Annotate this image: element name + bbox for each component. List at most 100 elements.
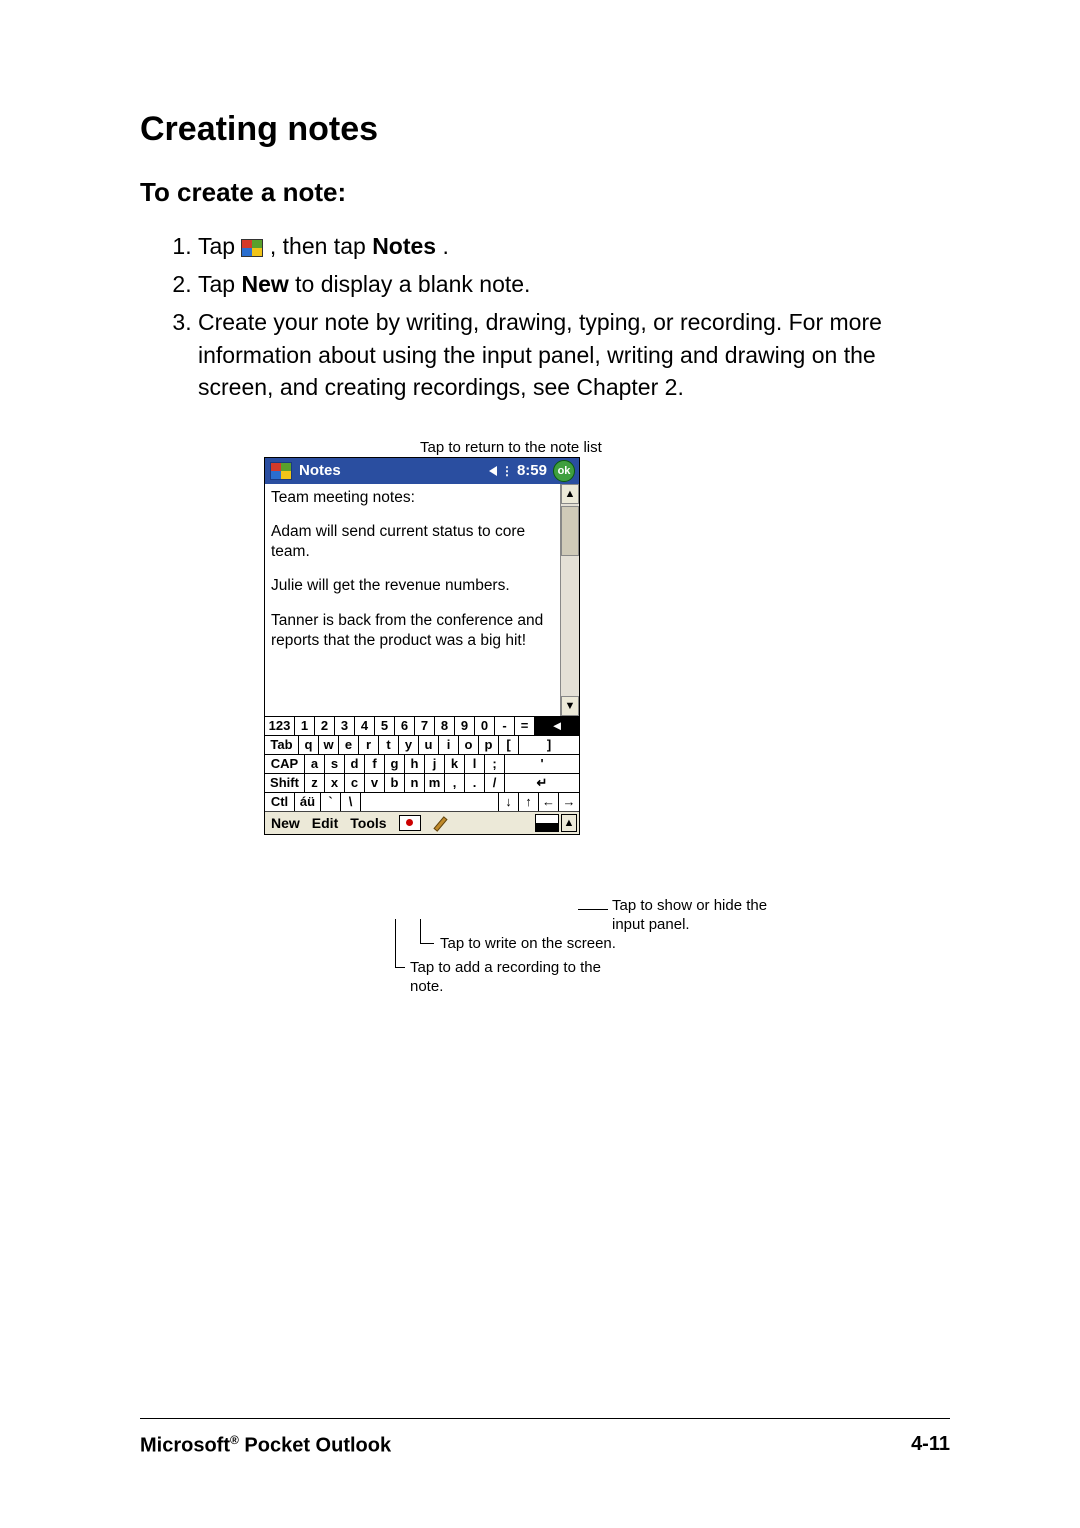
footer-product: Pocket Outlook — [239, 1435, 391, 1457]
footer-brand: Microsoft — [140, 1435, 230, 1457]
record-icon[interactable] — [399, 815, 421, 831]
speaker-icon[interactable] — [489, 466, 497, 476]
key-r[interactable]: r — [359, 736, 379, 754]
key-b[interactable]: b — [385, 774, 405, 792]
bottom-bar: New Edit Tools ▲ — [265, 811, 579, 834]
key-s[interactable]: s — [325, 755, 345, 773]
key-h[interactable]: h — [405, 755, 425, 773]
key-k[interactable]: k — [445, 755, 465, 773]
clock[interactable]: 8:59 — [517, 462, 547, 479]
key-0[interactable]: 0 — [475, 717, 495, 735]
key-5[interactable]: 5 — [375, 717, 395, 735]
key-shift[interactable]: Shift — [265, 774, 305, 792]
key-1[interactable]: 1 — [295, 717, 315, 735]
step-2-bold: New — [241, 271, 288, 297]
key-up[interactable]: ↑ — [519, 793, 539, 811]
key-w[interactable]: w — [319, 736, 339, 754]
key-backspace[interactable]: ◄ — [535, 717, 579, 735]
key-x[interactable]: x — [325, 774, 345, 792]
key-backtick[interactable]: ` — [321, 793, 341, 811]
key-semicolon[interactable]: ; — [485, 755, 505, 773]
sip-arrow-icon[interactable]: ▲ — [561, 814, 577, 832]
key-o[interactable]: o — [459, 736, 479, 754]
step-1-text-a: Tap — [198, 233, 241, 259]
key-3[interactable]: 3 — [335, 717, 355, 735]
keyboard-row-4: Shift z x c v b n m , . / ↵ — [265, 774, 579, 793]
keyboard-row-2: Tab q w e r t y u i o p [ ] — [265, 736, 579, 755]
key-intl[interactable]: áü — [295, 793, 321, 811]
key-7[interactable]: 7 — [415, 717, 435, 735]
key-backslash[interactable]: \ — [341, 793, 361, 811]
key-6[interactable]: 6 — [395, 717, 415, 735]
key-quote[interactable]: ' — [505, 755, 579, 773]
key-down[interactable]: ↓ — [499, 793, 519, 811]
key-q[interactable]: q — [299, 736, 319, 754]
key-dash[interactable]: - — [495, 717, 515, 735]
key-a[interactable]: a — [305, 755, 325, 773]
key-left[interactable]: ← — [539, 793, 559, 811]
key-enter[interactable]: ↵ — [505, 774, 579, 792]
key-p[interactable]: p — [479, 736, 499, 754]
keyboard-row-1: 123 1 2 3 4 5 6 7 8 9 0 - = ◄ — [265, 717, 579, 736]
key-123[interactable]: 123 — [265, 717, 295, 735]
key-z[interactable]: z — [305, 774, 325, 792]
keyboard-icon[interactable] — [535, 814, 559, 832]
ok-button[interactable]: ok — [553, 460, 575, 482]
key-9[interactable]: 9 — [455, 717, 475, 735]
key-j[interactable]: j — [425, 755, 445, 773]
key-2[interactable]: 2 — [315, 717, 335, 735]
callout-bottom: Tap to add a recording to the note. — [410, 959, 620, 997]
key-l[interactable]: l — [465, 755, 485, 773]
key-equals[interactable]: = — [515, 717, 535, 735]
menu-tools[interactable]: Tools — [344, 815, 392, 831]
pen-icon[interactable] — [431, 815, 447, 831]
key-d[interactable]: d — [345, 755, 365, 773]
app-title: Notes — [297, 462, 489, 479]
key-i[interactable]: i — [439, 736, 459, 754]
key-u[interactable]: u — [419, 736, 439, 754]
key-space[interactable] — [361, 793, 499, 811]
note-line-2: Adam will send current status to core te… — [271, 522, 554, 562]
start-icon[interactable] — [270, 462, 292, 480]
key-period[interactable]: . — [465, 774, 485, 792]
note-text[interactable]: Team meeting notes: Adam will send curre… — [265, 484, 560, 716]
step-2: Tap New to display a blank note. — [198, 268, 950, 300]
key-m[interactable]: m — [425, 774, 445, 792]
menu-new[interactable]: New — [265, 815, 306, 831]
scroll-down-icon[interactable]: ▼ — [561, 696, 579, 716]
step-2-text-a: Tap — [198, 271, 241, 297]
callout-right: Tap to show or hide the input panel. — [612, 897, 782, 935]
key-right[interactable]: → — [559, 793, 579, 811]
note-area[interactable]: Team meeting notes: Adam will send curre… — [265, 484, 579, 716]
key-cap[interactable]: CAP — [265, 755, 305, 773]
key-slash[interactable]: / — [485, 774, 505, 792]
scroll-up-icon[interactable]: ▲ — [561, 484, 579, 504]
key-comma[interactable]: , — [445, 774, 465, 792]
scrollbar[interactable]: ▲ ▼ — [560, 484, 579, 716]
scroll-thumb[interactable] — [561, 506, 579, 556]
registered-icon: ® — [230, 1433, 239, 1447]
menu-edit[interactable]: Edit — [306, 815, 344, 831]
key-n[interactable]: n — [405, 774, 425, 792]
key-f[interactable]: f — [365, 755, 385, 773]
key-lbracket[interactable]: [ — [499, 736, 519, 754]
callout-mid: Tap to write on the screen. — [440, 935, 670, 954]
key-tab[interactable]: Tab — [265, 736, 299, 754]
key-e[interactable]: e — [339, 736, 359, 754]
key-t[interactable]: t — [379, 736, 399, 754]
keyboard-row-5: Ctl áü ` \ ↓ ↑ ← → — [265, 793, 579, 811]
note-line-4: Tanner is back from the conference and r… — [271, 611, 554, 651]
key-y[interactable]: y — [399, 736, 419, 754]
key-g[interactable]: g — [385, 755, 405, 773]
key-rbracket[interactable]: ] — [519, 736, 579, 754]
soft-keyboard[interactable]: 123 1 2 3 4 5 6 7 8 9 0 - = ◄ Tab — [265, 716, 579, 811]
scroll-track[interactable] — [561, 556, 579, 696]
key-c[interactable]: c — [345, 774, 365, 792]
page-footer: Microsoft® Pocket Outlook 4-11 — [140, 1418, 950, 1458]
key-ctl[interactable]: Ctl — [265, 793, 295, 811]
key-8[interactable]: 8 — [435, 717, 455, 735]
note-line-1: Team meeting notes: — [271, 488, 554, 508]
key-v[interactable]: v — [365, 774, 385, 792]
document-page: Creating notes To create a note: Tap , t… — [0, 0, 1080, 1528]
key-4[interactable]: 4 — [355, 717, 375, 735]
